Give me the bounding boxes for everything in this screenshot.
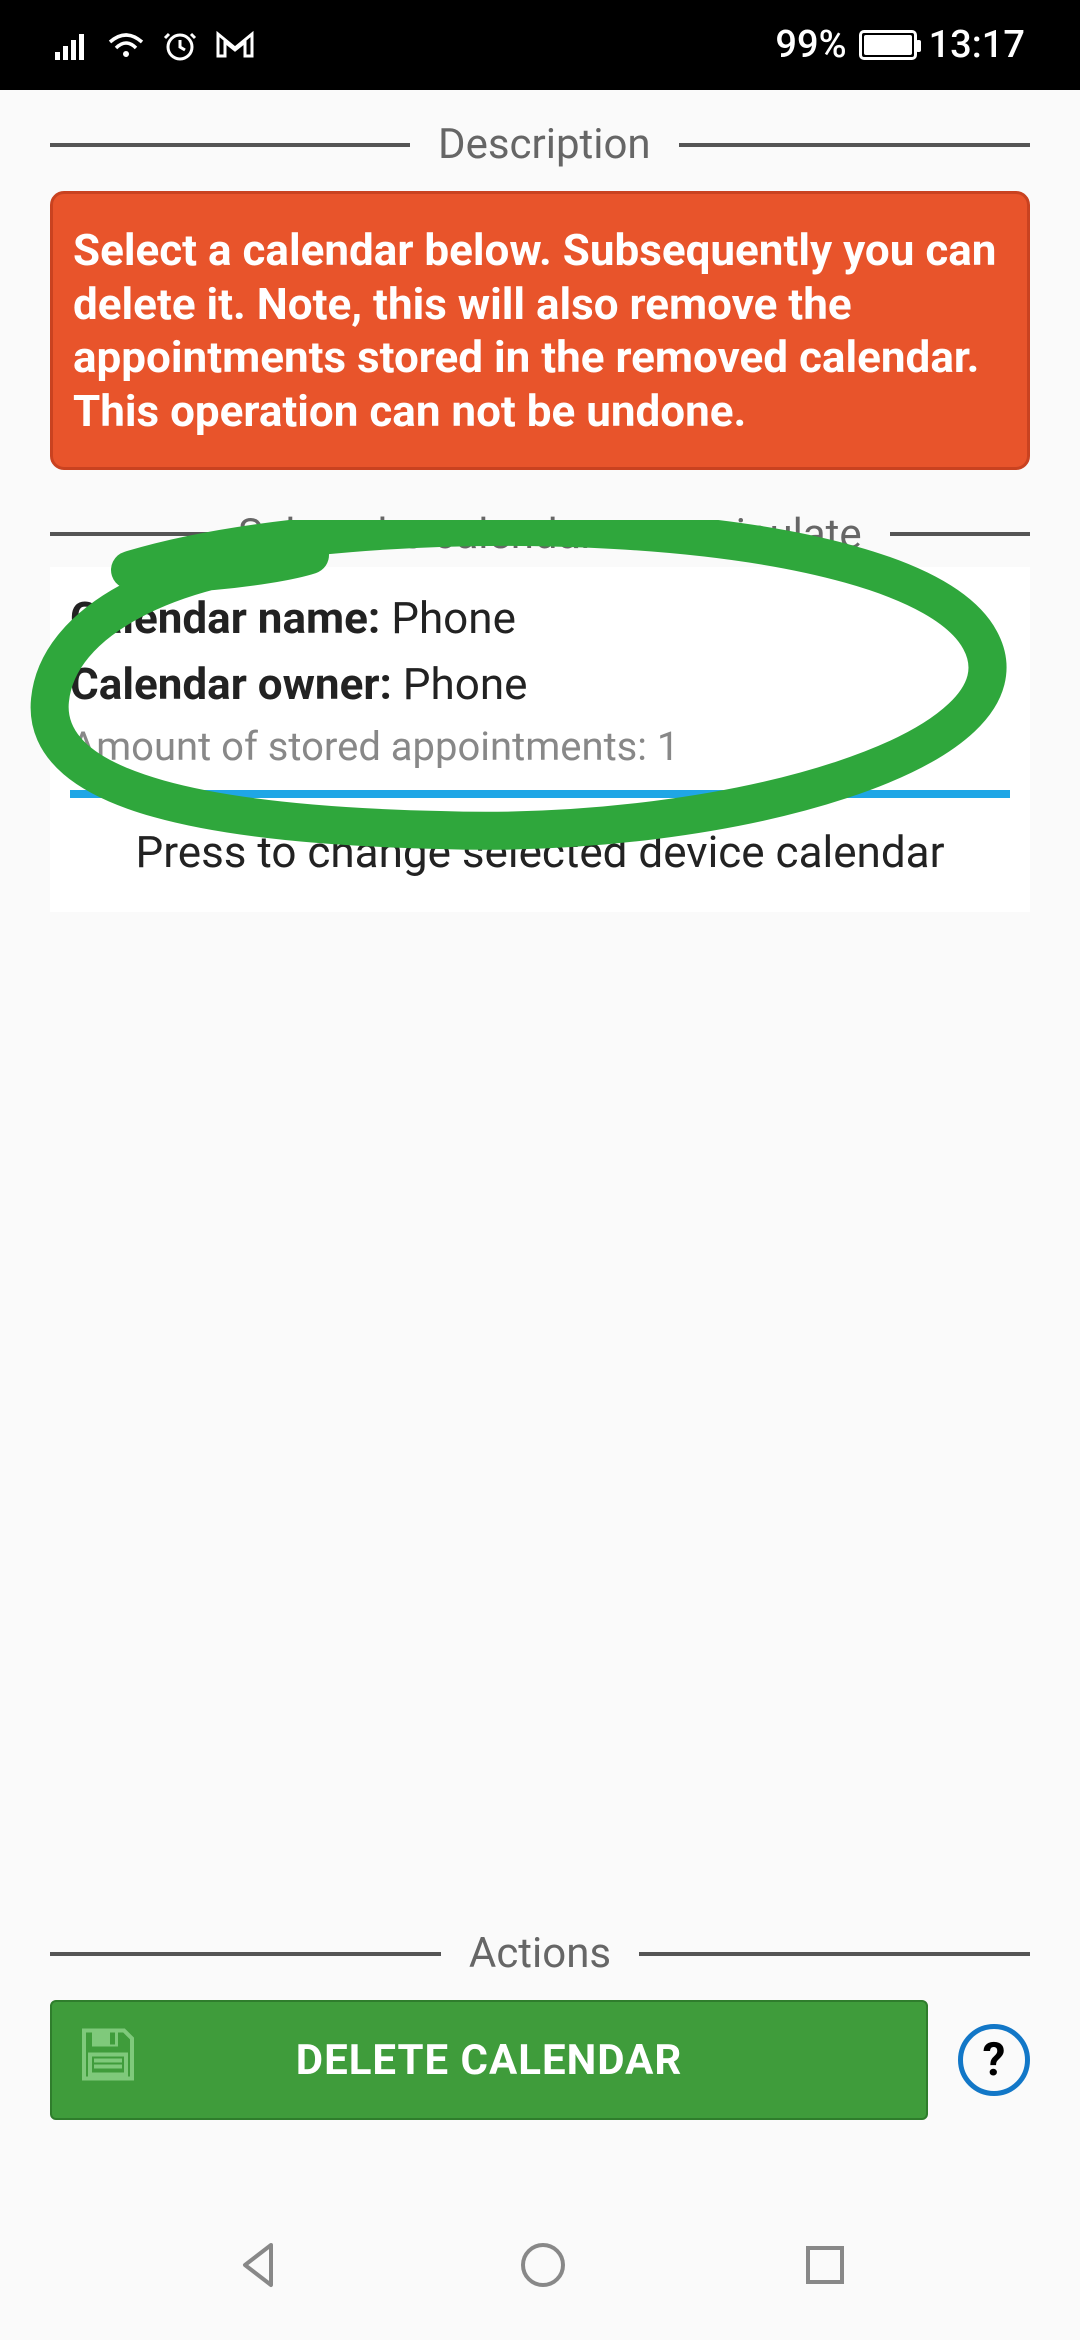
alarm-icon [163, 28, 197, 62]
battery-percent: 99% [775, 23, 846, 67]
description-section: Description Select a calendar below. Sub… [50, 120, 1030, 470]
description-legend: Description [430, 120, 659, 169]
actions-legend: Actions [461, 1929, 619, 1978]
floppy-disk-icon [76, 2023, 140, 2098]
delete-button-label: DELETE CALENDAR [296, 2036, 682, 2085]
appointment-count-value: 1 [657, 723, 679, 770]
warning-message: Select a calendar below. Subsequently yo… [50, 191, 1030, 470]
wifi-icon [107, 30, 145, 60]
calendar-name-label: Calendar name: [70, 592, 380, 644]
home-button[interactable] [517, 2239, 569, 2291]
clock-time: 13:17 [929, 23, 1025, 67]
select-calendar-section: Select the calendar to manipulate Calend… [50, 510, 1030, 912]
signal-icon [55, 30, 89, 60]
back-button[interactable] [233, 2239, 285, 2291]
card-divider [70, 790, 1010, 798]
calendar-card[interactable]: Calendar name: Phone Calendar owner: Pho… [50, 567, 1030, 798]
help-icon: ? [983, 2033, 1006, 2087]
calendar-owner-label: Calendar owner: [70, 658, 392, 710]
delete-calendar-button[interactable]: DELETE CALENDAR [50, 2000, 928, 2120]
gmail-icon [215, 30, 255, 60]
calendar-owner-value: Phone [403, 658, 528, 710]
calendar-name-value: Phone [391, 592, 516, 644]
change-calendar-hint[interactable]: Press to change selected device calendar [50, 798, 1030, 912]
recent-apps-button[interactable] [802, 2242, 848, 2288]
battery-icon [859, 30, 917, 60]
actions-section: Actions DELETE CALENDAR ? [50, 1929, 1030, 2120]
appointment-count-label: Amount of stored appointments: [70, 723, 647, 770]
status-bar: 99% 13:17 [0, 0, 1080, 90]
select-calendar-legend: Select the calendar to manipulate [230, 510, 870, 559]
system-nav-bar [0, 2190, 1080, 2340]
help-button[interactable]: ? [958, 2024, 1030, 2096]
